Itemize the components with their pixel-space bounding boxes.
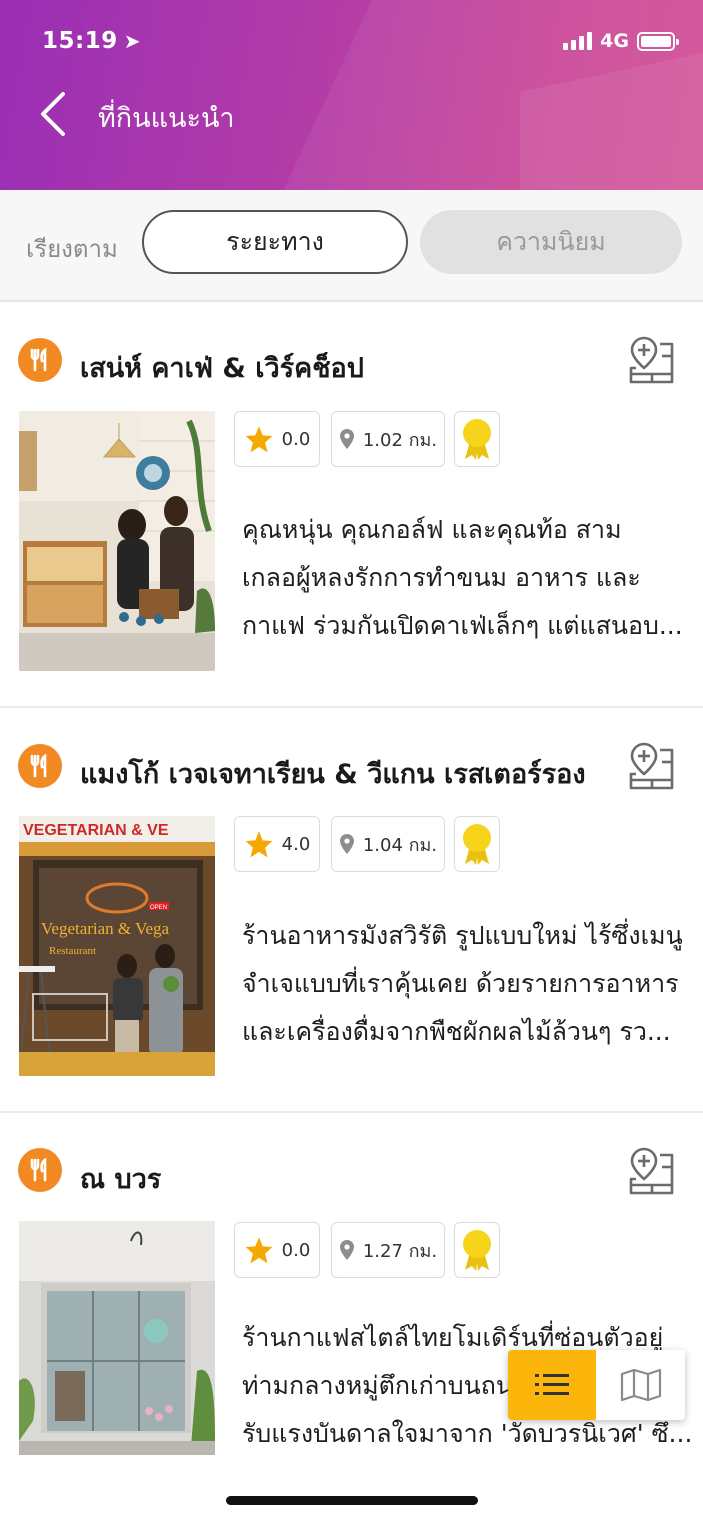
- restaurant-photo: [19, 1221, 215, 1481]
- rating-chip: 0.0: [234, 1222, 320, 1278]
- battery-icon: [637, 31, 679, 51]
- home-indicator: [226, 1496, 478, 1505]
- rating-value: 0.0: [281, 428, 311, 450]
- map-view-button[interactable]: [596, 1350, 685, 1420]
- photo-sign-text: Vegetarian & Vega: [41, 919, 170, 938]
- star-icon: [245, 1237, 273, 1264]
- status-time: 15:19 ➤: [42, 28, 141, 54]
- network-type: 4G: [600, 30, 629, 52]
- map-icon: [620, 1368, 661, 1402]
- add-to-map-button[interactable]: [628, 740, 676, 790]
- location-pin-icon: [339, 1240, 354, 1260]
- sort-label: เรียงตาม: [26, 235, 118, 263]
- restaurant-photo: [19, 411, 215, 671]
- restaurant-name: เสน่ห์ คาเฟ่ & เวิร์คช็อป: [80, 353, 364, 384]
- restaurant-name: ณ บวร: [80, 1164, 162, 1195]
- map-add-pin-icon: [629, 742, 674, 790]
- rating-chip: 0.0: [234, 411, 320, 467]
- location-arrow-icon: ➤: [123, 29, 141, 53]
- restaurant-description: คุณหนุ่น คุณกอล์ฟ และคุณท้อ สาม เกลอผู้ห…: [242, 515, 683, 640]
- sort-popularity-button[interactable]: ความนิยม: [420, 210, 682, 274]
- view-toggle: [508, 1350, 685, 1420]
- award-ribbon-icon: [463, 1230, 491, 1271]
- chevron-left-icon: [41, 92, 65, 136]
- fork-knife-icon: [18, 338, 62, 382]
- location-pin-icon: [339, 834, 354, 854]
- sort-distance-button[interactable]: ระยะทาง: [142, 210, 408, 274]
- award-badge: [454, 816, 500, 872]
- award-badge: [454, 1222, 500, 1278]
- star-icon: [245, 831, 273, 858]
- photo-sign-text: OPEN: [150, 905, 167, 911]
- distance-chip: 1.27 กม.: [331, 1222, 445, 1278]
- card-divider: [0, 706, 703, 708]
- restaurant-photo: VEGETARIAN & VE OPEN Vegetarian & Vega R…: [19, 816, 215, 1076]
- map-add-pin-icon: [629, 336, 674, 384]
- distance-value: 1.02 กม.: [362, 429, 438, 451]
- map-add-pin-icon: [629, 1147, 674, 1195]
- restaurant-name: แมงโก้ เวจเจทาเรียน & วีแกน เรสเตอร์รอง: [80, 759, 586, 790]
- rating-chip: 4.0: [234, 816, 320, 872]
- star-icon: [245, 426, 273, 453]
- award-badge: [454, 411, 500, 467]
- fork-knife-icon: [18, 1148, 62, 1192]
- rating-value: 4.0: [281, 833, 311, 855]
- award-ribbon-icon: [463, 419, 491, 460]
- list-view-button[interactable]: [508, 1350, 596, 1420]
- status-indicators: 4G: [563, 30, 679, 52]
- distance-value: 1.04 กม.: [362, 834, 438, 856]
- back-button[interactable]: [28, 88, 76, 140]
- distance-chip: 1.02 กม.: [331, 411, 445, 467]
- rating-value: 0.0: [281, 1239, 311, 1261]
- award-ribbon-icon: [463, 824, 491, 865]
- page-title: ที่กินแนะนำ: [98, 103, 235, 134]
- list-icon: [535, 1374, 569, 1395]
- photo-sign-text: Restaurant: [49, 945, 96, 957]
- fork-knife-icon: [18, 744, 62, 788]
- photo-sign-text: VEGETARIAN & VE: [23, 822, 169, 839]
- app-header: 15:19 ➤ 4G ที่กินแนะนำ: [0, 0, 703, 190]
- add-to-map-button[interactable]: [628, 1145, 676, 1195]
- card-divider: [0, 1111, 703, 1113]
- distance-value: 1.27 กม.: [362, 1240, 438, 1262]
- location-pin-icon: [339, 429, 354, 449]
- restaurant-description: ร้านอาหารมังสวิรัติ รูปแบบใหม่ ไร้ซึ่งเม…: [242, 921, 683, 1046]
- signal-bars-icon: [563, 32, 593, 50]
- distance-chip: 1.04 กม.: [331, 816, 445, 872]
- add-to-map-button[interactable]: [628, 334, 676, 384]
